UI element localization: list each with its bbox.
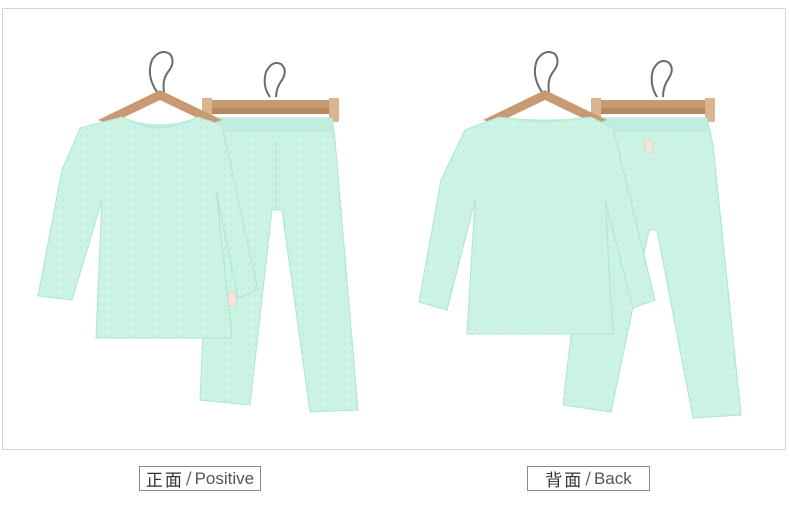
shirt-hanger <box>483 51 607 124</box>
pants-hanger <box>591 60 715 122</box>
caption-separator: / <box>185 468 192 489</box>
back-view-caption: 背面 / Back <box>527 466 650 491</box>
back-caption-english: Back <box>593 468 632 488</box>
back-caption-chinese: 背面 <box>545 471 584 491</box>
front-caption-chinese: 正面 <box>145 471 184 491</box>
pants-hanger <box>202 62 339 122</box>
shirt-front <box>37 116 259 339</box>
front-view-image <box>37 51 359 413</box>
front-caption-english: Positive <box>194 468 255 488</box>
front-view-caption: 正面 / Positive <box>139 466 261 491</box>
caption-separator: / <box>585 468 591 489</box>
back-view-image <box>418 51 742 419</box>
shirt-hanger <box>98 51 222 124</box>
